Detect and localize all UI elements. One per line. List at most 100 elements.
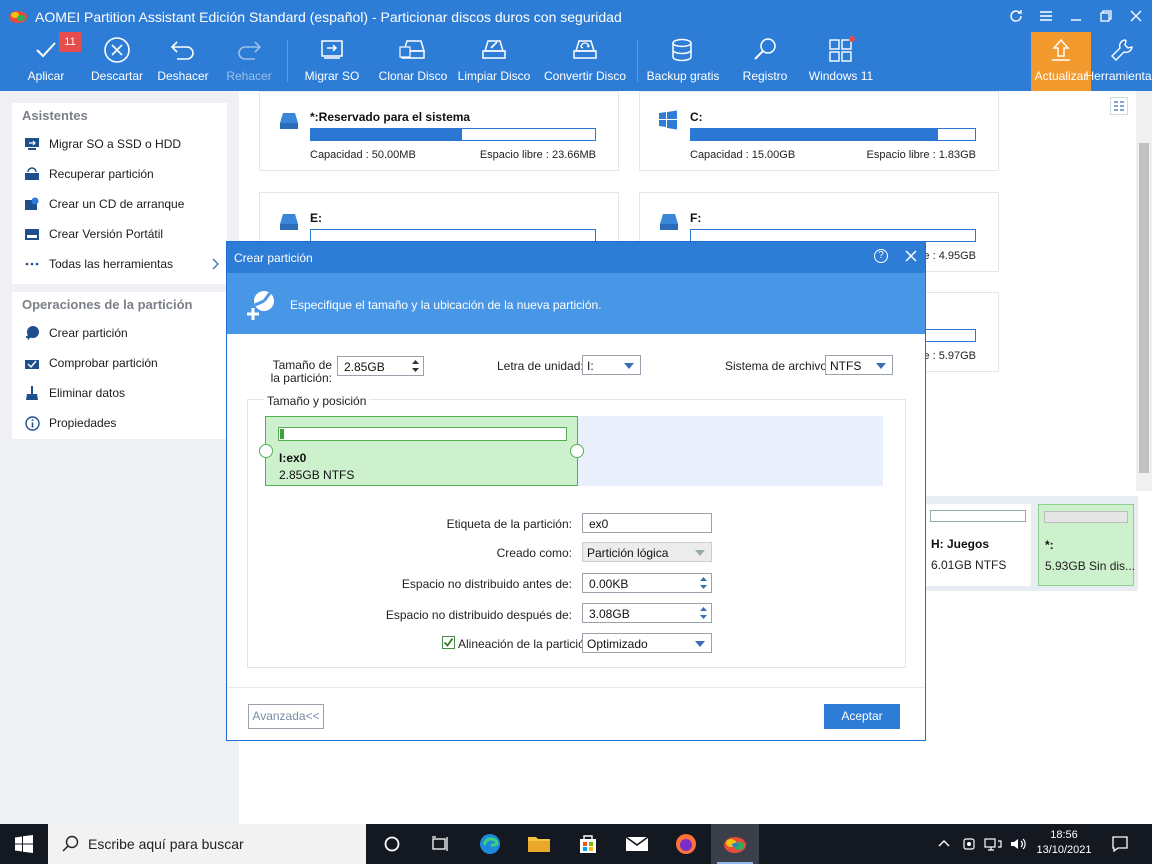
- backup-icon: [669, 32, 697, 68]
- wipe-disk-button[interactable]: Limpiar Disco: [458, 32, 530, 91]
- sidebar-item-migrate-os[interactable]: Migrar SO a SSD o HDD: [12, 129, 227, 159]
- backup-button[interactable]: Backup gratis: [647, 32, 719, 91]
- wipe-disk-label: Limpiar Disco: [457, 69, 531, 83]
- undo-button[interactable]: Deshacer: [156, 32, 210, 91]
- clone-disk-button[interactable]: Clonar Disco: [379, 32, 447, 91]
- sidebar-item-label: Comprobar partición: [49, 356, 158, 370]
- apply-button[interactable]: Aplicar 11: [21, 32, 81, 91]
- partition-label-input[interactable]: ex0: [582, 513, 712, 533]
- menu-icon[interactable]: [1032, 4, 1060, 28]
- sidebar-item-create-partition[interactable]: Crear partición: [12, 318, 227, 348]
- sidebar-item-label: Crear un CD de arranque: [49, 197, 185, 211]
- disk-segment[interactable]: *: 5.93GB Sin dis...: [1038, 504, 1135, 586]
- alignment-select[interactable]: Optimizado: [582, 633, 712, 653]
- close-icon[interactable]: [1122, 4, 1150, 28]
- firefox-icon[interactable]: [662, 824, 710, 864]
- window-title: AOMEI Partition Assistant Edición Standa…: [35, 9, 622, 25]
- taskbar-search-box[interactable]: Escribe aquí para buscar: [48, 824, 366, 864]
- migrate-os-icon: [24, 136, 40, 152]
- windows-drive-icon: [659, 110, 677, 130]
- partition-free-space: Espacio libre : 23.66MB: [479, 149, 596, 161]
- sidebar-item-all-tools[interactable]: Todas las herramientas: [12, 249, 227, 279]
- recover-partition-icon: [24, 166, 40, 182]
- sidebar-item-properties[interactable]: Propiedades: [12, 408, 227, 438]
- close-icon[interactable]: [904, 249, 918, 263]
- chevron-up-icon[interactable]: [937, 836, 951, 850]
- alignment-label: Alineación de la partición: [458, 637, 592, 651]
- resize-handle-left[interactable]: [259, 444, 273, 458]
- view-toggle-icon[interactable]: [1110, 97, 1128, 115]
- help-icon[interactable]: ?: [874, 249, 888, 263]
- partition-card[interactable]: C: Capacidad : 15.00GB Espacio libre : 1…: [639, 91, 999, 171]
- partition-label-label: Etiqueta de la partición:: [446, 517, 572, 531]
- wizards-section: Asistentes Migrar SO a SSD o HDD Recuper…: [12, 103, 227, 284]
- task-view-icon[interactable]: [416, 824, 464, 864]
- spinner-arrows-icon[interactable]: [699, 576, 708, 590]
- partition-capacity: Capacidad : 15.00GB: [690, 149, 796, 161]
- discard-button[interactable]: Descartar: [88, 32, 146, 91]
- spinner-arrows-icon[interactable]: [411, 359, 420, 373]
- network-icon[interactable]: [984, 836, 1002, 852]
- redo-button[interactable]: Rehacer: [224, 32, 274, 91]
- check-icon: [33, 32, 59, 68]
- notifications-icon[interactable]: [1111, 835, 1129, 853]
- scrollbar-thumb[interactable]: [1139, 143, 1149, 473]
- sidebar-item-portable-version[interactable]: Crear Versión Portátil: [12, 219, 227, 249]
- mail-icon[interactable]: [613, 824, 661, 864]
- partition-size-stepper[interactable]: 2.85GB: [337, 356, 424, 376]
- spinner-arrows-icon[interactable]: [699, 606, 708, 620]
- restore-icon[interactable]: [1092, 4, 1120, 28]
- partition-name: *:Reservado para el sistema: [310, 110, 471, 124]
- alignment-checkbox[interactable]: [442, 636, 455, 649]
- ok-button[interactable]: Aceptar: [824, 704, 900, 729]
- store-icon[interactable]: [564, 824, 612, 864]
- sidebar-item-wipe-data[interactable]: Eliminar datos: [12, 378, 227, 408]
- volume-icon[interactable]: [1009, 836, 1027, 852]
- create-partition-icon: [247, 291, 274, 320]
- key-icon: [751, 32, 779, 68]
- partition-card[interactable]: *:Reservado para el sistema Capacidad : …: [259, 91, 619, 171]
- meet-now-icon[interactable]: [961, 836, 977, 852]
- space-after-stepper[interactable]: 3.08GB: [582, 603, 712, 623]
- sidebar-item-bootable-cd[interactable]: Crear un CD de arranque: [12, 189, 227, 219]
- minimize-icon[interactable]: [1062, 4, 1090, 28]
- advanced-button[interactable]: Avanzada<<: [248, 704, 324, 729]
- resize-handle-right[interactable]: [570, 444, 584, 458]
- tools-button[interactable]: Herramientas: [1085, 32, 1152, 91]
- wipe-disk-icon: [479, 32, 509, 68]
- wipe-data-icon: [24, 385, 40, 401]
- migrate-os-button[interactable]: Migrar SO: [304, 32, 360, 91]
- apply-label: Aplicar: [27, 69, 65, 83]
- cortana-icon[interactable]: [368, 824, 416, 864]
- sidebar-item-label: Crear Versión Portátil: [49, 227, 164, 241]
- migrate-os-label: Migrar SO: [304, 69, 360, 83]
- drive-letter-select[interactable]: I:: [582, 355, 641, 375]
- new-partition-size: 2.85GB NTFS: [279, 468, 355, 482]
- dialog-title-bar: Crear partición ?: [227, 242, 925, 273]
- space-before-stepper[interactable]: 0.00KB: [582, 573, 712, 593]
- system-clock[interactable]: 18:56 13/10/2021: [1032, 828, 1096, 858]
- partition-size-label: Tamaño de la partición:: [270, 358, 332, 385]
- redo-icon: [235, 32, 263, 68]
- start-button[interactable]: [0, 824, 48, 864]
- convert-disk-button[interactable]: Convertir Disco: [544, 32, 626, 91]
- new-partition-block[interactable]: I:ex0 2.85GB NTFS: [265, 416, 578, 486]
- bootable-cd-icon: [24, 196, 40, 212]
- sidebar-item-check-partition[interactable]: Comprobar partición: [12, 348, 227, 378]
- close-circle-icon: [103, 32, 131, 68]
- sidebar-item-recover-partition[interactable]: Recuperar partición: [12, 159, 227, 189]
- refresh-icon[interactable]: [1002, 4, 1030, 28]
- windows11-button[interactable]: Windows 11: [808, 32, 874, 91]
- created-as-select[interactable]: Partición lógica: [582, 542, 712, 562]
- info-icon: [24, 415, 40, 431]
- vertical-scrollbar[interactable]: [1136, 91, 1152, 491]
- usage-fill: [311, 129, 462, 140]
- disk-segment[interactable]: H: Juegos 6.01GB NTFS: [925, 504, 1031, 586]
- register-button[interactable]: Registro: [740, 32, 790, 91]
- file-explorer-icon[interactable]: [515, 824, 563, 864]
- upgrade-button[interactable]: Actualizar: [1031, 32, 1091, 91]
- file-system-select[interactable]: NTFS: [825, 355, 893, 375]
- edge-icon[interactable]: [466, 824, 514, 864]
- aomei-taskbar-icon[interactable]: [711, 824, 759, 864]
- migrate-os-icon: [318, 32, 346, 68]
